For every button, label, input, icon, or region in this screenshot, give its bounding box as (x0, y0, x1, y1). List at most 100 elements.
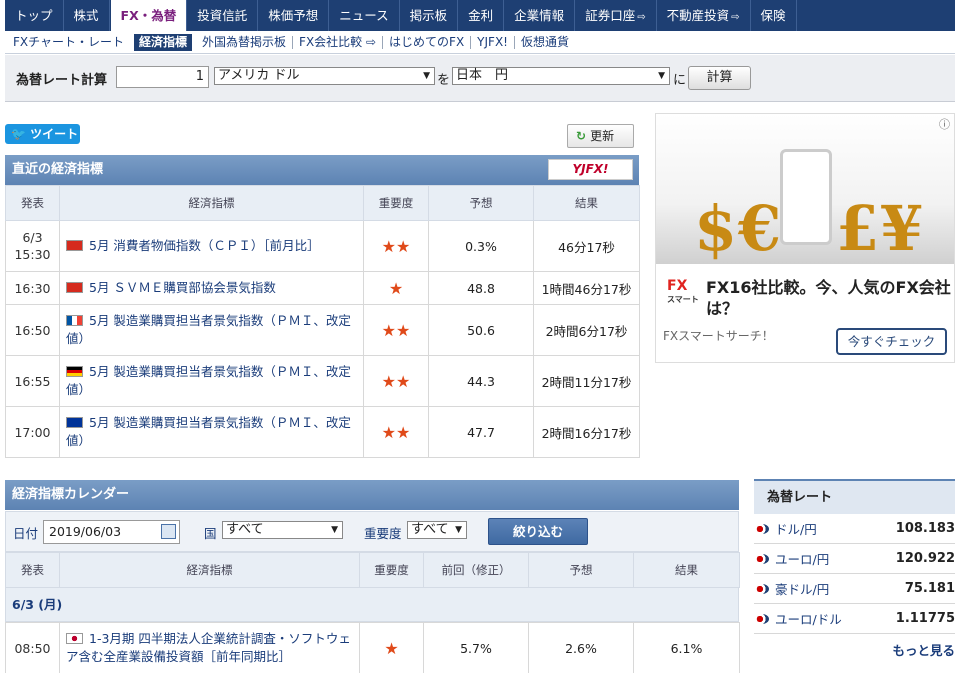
rate-row[interactable]: ユーロ/円 120.922 (754, 544, 955, 574)
country-value: すべて (226, 522, 264, 537)
row-time: 16:50 (5, 304, 60, 356)
subnav-crypto[interactable]: 仮想通貨 (513, 35, 575, 49)
filter-button[interactable]: 絞り込む (488, 518, 588, 545)
subnav-beginner[interactable]: はじめてのFX (382, 35, 470, 49)
rate-value: 1.11775 (895, 611, 955, 626)
calendar-table-header: 発表 経済指標 重要度 前回（修正） 予想 結果 (5, 552, 740, 588)
col-result: 結果 (633, 552, 740, 588)
col-indicator: 経済指標 (59, 185, 364, 221)
country-label: 国 (204, 526, 217, 541)
ad-source: FXスマートサーチ！ (663, 329, 774, 343)
rate-name[interactable]: 豪ドル/円 (775, 579, 905, 598)
indicators-table: 発表 経済指標 重要度 予想 結果 6/3 15:30 5月 消費者物価指数（Ｃ… (5, 185, 640, 458)
global-nav: トップ 株式 FX・為替 投資信託 株価予想 ニュース 掲示板 金利 企業情報 … (5, 0, 955, 33)
subnav-fx-chart[interactable]: FXチャート・レート (11, 35, 130, 49)
table-row: 08:50 1-3月期 四半期法人企業統計調査・ソフトウェア含む全産業設備投資額… (5, 622, 740, 673)
indicator-link[interactable]: 5月 製造業購買担当者景気指数（ＰＭＩ、改定値） (66, 313, 351, 346)
from-currency-select[interactable]: アメリカ ドル ▼ (214, 67, 435, 85)
indicator-link[interactable]: 5月 製造業購買担当者景気指数（ＰＭＩ、改定値） (66, 364, 351, 397)
rate-calculator: 為替レート計算 1 アメリカ ドル ▼ を 日本 円 ▼ に 計算 (5, 55, 955, 102)
tweet-label: ツイート (30, 127, 79, 141)
chevron-down-icon: ▼ (423, 71, 430, 81)
nav-stocks[interactable]: 株式 (64, 0, 110, 31)
sub-nav: FXチャート・レート 経済指標 外国為替掲示板 FX会社比較 ⇨ はじめてのFX… (5, 31, 955, 54)
col-forecast: 予想 (428, 185, 534, 221)
ad-info-icon[interactable]: ⓘ (939, 116, 950, 132)
rate-value: 108.183 (895, 521, 955, 536)
ad-check-button[interactable]: 今すぐチェック (836, 328, 947, 355)
indicators-header: 直近の経済指標 YJFX! (5, 155, 639, 185)
indicator-link[interactable]: 5月 製造業購買担当者景気指数（ＰＭＩ、改定値） (66, 415, 351, 448)
yen-sign-icon: ¥ (880, 192, 924, 264)
euro-sign-icon: € (738, 192, 782, 264)
subnav-compare[interactable]: FX会社比較 ⇨ (292, 35, 382, 49)
calendar-table: 08:50 1-3月期 四半期法人企業統計調査・ソフトウェア含む全産業設備投資額… (5, 622, 740, 673)
nav-insurance[interactable]: 保険 (751, 0, 797, 31)
more-rates-link[interactable]: もっと見る (754, 634, 955, 659)
fx-rates-panel: 為替レート ドル/円 108.183 ユーロ/円 120.922 豪ドル/円 75.1… (754, 479, 955, 659)
nav-brokerage[interactable]: 証券口座 ⇨ (575, 0, 657, 31)
col-importance: 重要度 (363, 185, 429, 221)
row-indicator[interactable]: 1-3月期 四半期法人企業統計調査・ソフトウェア含む全産業設備投資額［前年同期比… (59, 622, 360, 673)
tweet-button[interactable]: 🐦 ツイート (5, 124, 80, 144)
indicator-link[interactable]: 1-3月期 四半期法人企業統計調査・ソフトウェア含む全産業設備投資額［前年同期比… (66, 631, 351, 664)
external-link-icon: ⇨ (637, 12, 646, 23)
indicators-title: 直近の経済指標 (12, 162, 104, 177)
to-currency-select[interactable]: 日本 円 ▼ (452, 67, 670, 85)
row-importance: ★★ (363, 304, 429, 356)
nav-top[interactable]: トップ (5, 0, 64, 31)
nav-forecast[interactable]: 株価予想 (258, 0, 330, 31)
row-time: 6/3 15:30 (5, 220, 60, 272)
amount-input[interactable]: 1 (116, 66, 209, 88)
nav-fx[interactable]: FX・為替 (109, 0, 188, 33)
yjfx-logo[interactable]: YJFX! (548, 159, 633, 180)
dollar-sign-icon: $ (694, 192, 738, 264)
rate-row[interactable]: 豪ドル/円 75.181 (754, 574, 955, 604)
nav-realestate[interactable]: 不動産投資 ⇨ (657, 0, 751, 31)
indicator-link[interactable]: 5月 ＳＶＭＥ購買部協会景気指数 (89, 280, 276, 295)
calendar-filter: 日付 2019/06/03 国 すべて ▼ 重要度 すべて ▼ 絞り込む (5, 511, 739, 552)
row-time: 17:00 (5, 406, 60, 458)
indicator-link[interactable]: 5月 消費者物価指数（ＣＰＩ）［前月比］ (89, 238, 320, 253)
twitter-icon: 🐦 (11, 127, 26, 141)
ad-logo-sub: スマート (667, 295, 699, 304)
currency-pair-icon (755, 553, 769, 564)
calendar-icon[interactable] (161, 524, 176, 539)
row-indicator[interactable]: 5月 消費者物価指数（ＣＰＩ）［前月比］ (59, 220, 364, 272)
nav-company[interactable]: 企業情報 (504, 0, 576, 31)
refresh-button[interactable]: ↻ 更新 (567, 124, 634, 148)
rate-row[interactable]: ユーロ/ドル 1.11775 (754, 604, 955, 634)
country-select[interactable]: すべて ▼ (222, 521, 343, 539)
rate-name[interactable]: ドル/円 (775, 519, 896, 538)
rate-row[interactable]: ドル/円 108.183 (754, 514, 955, 544)
nav-rates[interactable]: 金利 (458, 0, 505, 31)
rate-name[interactable]: ユーロ/円 (775, 549, 896, 568)
ad-title[interactable]: FX16社比較。今、人気のFX会社は？ (706, 277, 951, 319)
row-indicator[interactable]: 5月 ＳＶＭＥ購買部協会景気指数 (59, 271, 364, 305)
row-importance: ★★ (363, 406, 429, 458)
ad-logo-text: FX (667, 278, 688, 294)
subnav-indicators[interactable]: 経済指標 (134, 33, 193, 51)
advertisement[interactable]: $ € £ ¥ ⓘ FX スマート FX16社比較。今、人気のFX会社は？ FXス… (655, 113, 955, 363)
row-forecast: 48.8 (428, 271, 534, 305)
pound-sign-icon: £ (836, 192, 880, 264)
rates-title: 為替レート (754, 479, 955, 514)
row-indicator[interactable]: 5月 製造業購買担当者景気指数（ＰＭＩ、改定値） (59, 304, 364, 356)
subnav-yjfx[interactable]: YJFX! (470, 35, 514, 49)
importance-select[interactable]: すべて ▼ (407, 521, 467, 539)
subnav-board[interactable]: 外国為替掲示板 (196, 35, 292, 49)
calculate-button[interactable]: 計算 (688, 66, 751, 90)
nav-news[interactable]: ニュース (329, 0, 400, 31)
chevron-down-icon: ▼ (455, 525, 462, 535)
col-forecast: 予想 (528, 552, 634, 588)
rate-name[interactable]: ユーロ/ドル (775, 609, 896, 628)
col-time: 発表 (5, 552, 60, 588)
row-indicator[interactable]: 5月 製造業購買担当者景気指数（ＰＭＩ、改定値） (59, 355, 364, 407)
flag-japan-icon (66, 633, 83, 644)
nav-board[interactable]: 掲示板 (400, 0, 459, 31)
nav-funds[interactable]: 投資信託 (187, 0, 259, 31)
row-time: 08:50 (5, 622, 60, 673)
row-indicator[interactable]: 5月 製造業購買担当者景気指数（ＰＭＩ、改定値） (59, 406, 364, 458)
nav-label: 不動産投資 (666, 8, 730, 23)
date-input[interactable]: 2019/06/03 (43, 520, 180, 544)
